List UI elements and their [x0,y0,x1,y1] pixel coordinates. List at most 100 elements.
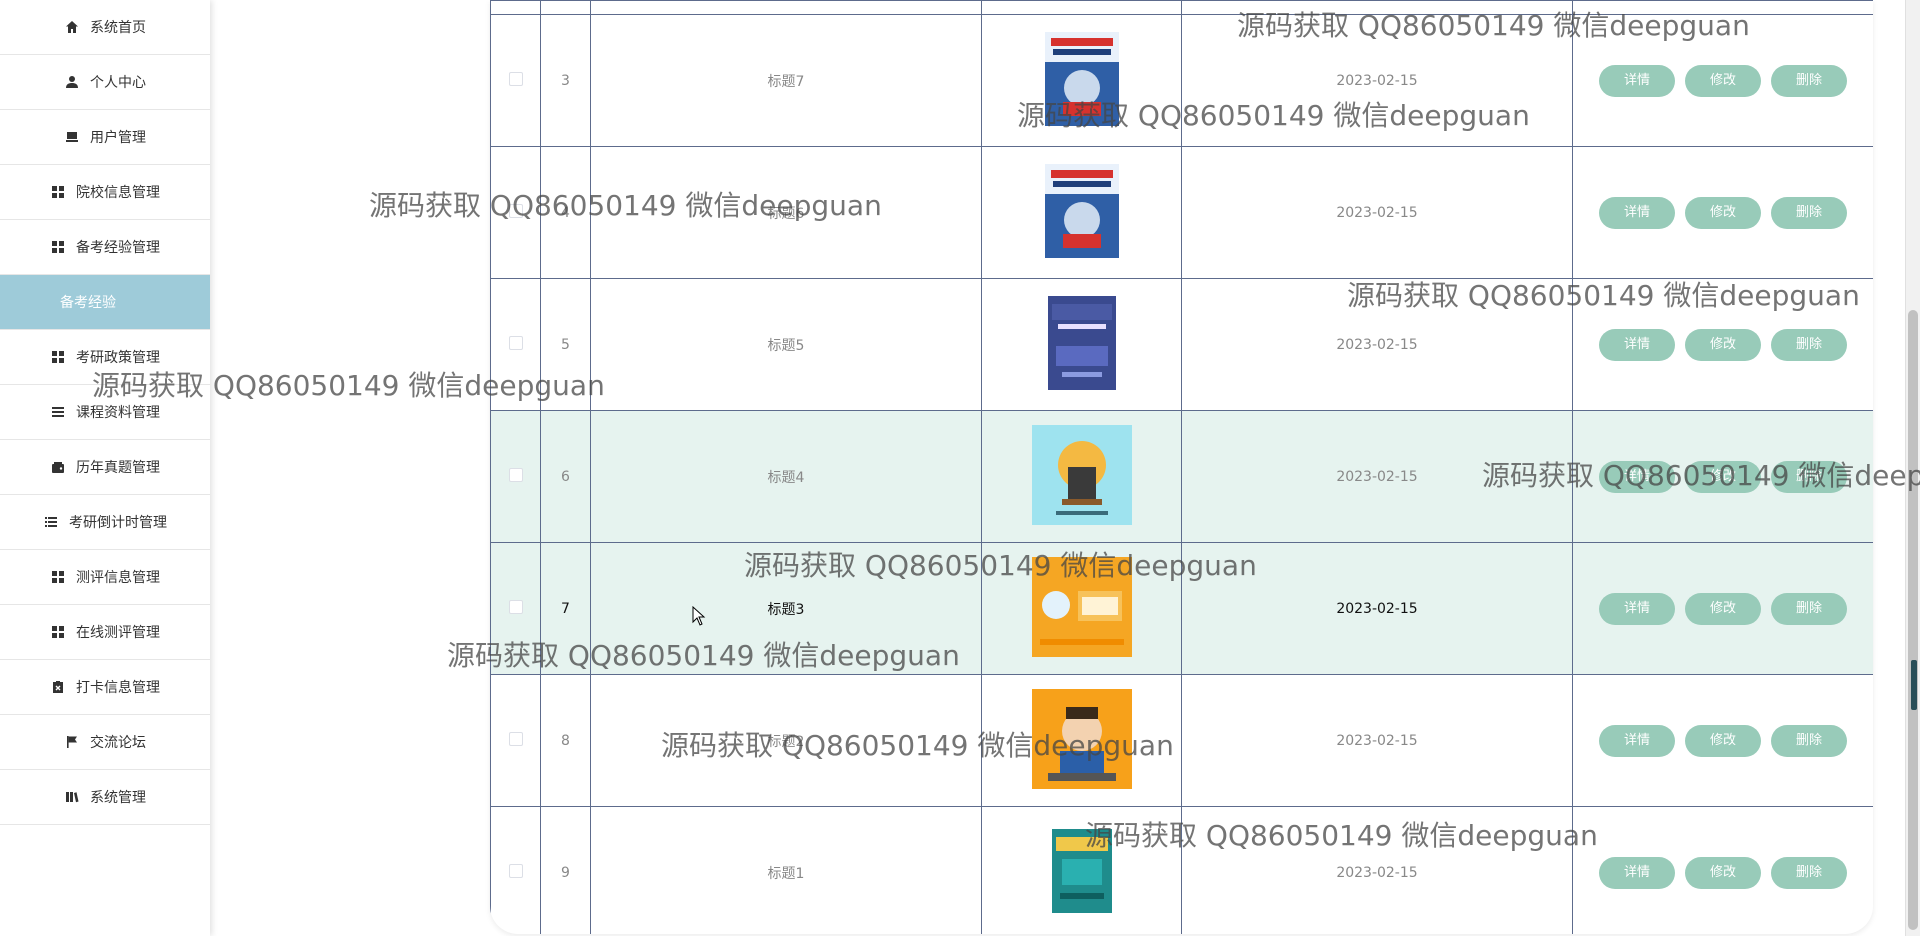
scroll-grip[interactable] [1911,660,1917,710]
edit-button[interactable]: 修改 [1685,724,1761,757]
delete-button[interactable]: 删除 [1771,328,1847,361]
row-title: 标题6 [590,146,982,279]
table-panel: 3 标题7 2023-02-15 详情 修改 删除 4 标题6 2023-02-… [490,0,1873,934]
row-checkbox[interactable] [508,599,523,614]
row-checkbox[interactable] [508,335,523,350]
delete-button[interactable]: 删除 [1771,592,1847,625]
sidebar-item-experience-mgmt[interactable]: 备考经验管理 [0,220,210,275]
sidebar-item-profile[interactable]: 个人中心 [0,55,210,110]
book-cover-image [1044,31,1119,126]
row-date: 2023-02-15 [1181,806,1573,934]
sidebar-item-online-assessment[interactable]: 在线测评管理 [0,605,210,660]
wallet-icon [50,459,66,475]
detail-button[interactable]: 详情 [1599,460,1675,493]
sidebar-item-schools[interactable]: 院校信息管理 [0,165,210,220]
list-icon [50,404,66,420]
delete-button[interactable]: 删除 [1771,196,1847,229]
sidebar-item-label: 交流论坛 [90,735,146,751]
sidebar-item-countdown[interactable]: 考研倒计时管理 [0,495,210,550]
detail-button[interactable]: 详情 [1599,328,1675,361]
sidebar-item-label: 院校信息管理 [76,185,160,201]
row-title: 标题1 [590,806,982,934]
row-index: 8 [540,674,591,807]
sidebar-item-label: 测评信息管理 [76,570,160,586]
row-date: 2023-02-15 [1181,278,1573,411]
row-checkbox[interactable] [508,863,523,878]
grid-icon [50,624,66,640]
edit-button[interactable]: 修改 [1685,328,1761,361]
sidebar-item-system[interactable]: 系统管理 [0,770,210,825]
sidebar-item-users[interactable]: 用户管理 [0,110,210,165]
delete-button[interactable]: 删除 [1771,856,1847,889]
sidebar-item-label: 系统管理 [90,790,146,806]
book-cover-image [1031,556,1132,657]
grid-icon [50,349,66,365]
edit-button[interactable]: 修改 [1685,196,1761,229]
sidebar-item-forum[interactable]: 交流论坛 [0,715,210,770]
sidebar-item-policy[interactable]: 考研政策管理 [0,330,210,385]
page-scrollbar[interactable] [1905,0,1920,936]
sidebar-item-label: 课程资料管理 [76,405,160,421]
row-index: 7 [540,542,591,675]
edit-button[interactable]: 修改 [1685,64,1761,97]
book-cover-image [1047,295,1116,390]
home-icon [64,19,80,35]
sidebar-item-label: 考研政策管理 [76,350,160,366]
row-index: 6 [540,410,591,543]
book-cover-image [1051,828,1112,913]
list-icon [43,514,59,530]
row-date: 2023-02-15 [1181,410,1573,543]
data-table: 3 标题7 2023-02-15 详情 修改 删除 4 标题6 2023-02-… [490,0,1873,934]
sidebar-item-label: 系统首页 [90,20,146,36]
row-checkbox[interactable] [508,467,523,482]
sidebar-item-label: 用户管理 [90,130,146,146]
edit-button[interactable]: 修改 [1685,592,1761,625]
sidebar: 系统首页 个人中心 用户管理 院校信息管理 备考经验管理 备考经验 考研政策管理… [0,0,210,936]
sidebar-item-checkin[interactable]: 打卡信息管理 [0,660,210,715]
edit-button[interactable]: 修改 [1685,856,1761,889]
table-row[interactable]: 9 标题1 2023-02-15 详情 修改 删除 [490,806,1873,934]
sidebar-subitem-experience[interactable]: 备考经验 [0,275,210,330]
sidebar-item-assessment-info[interactable]: 测评信息管理 [0,550,210,605]
row-checkbox[interactable] [508,71,523,86]
row-title: 标题5 [590,278,982,411]
book-cover-image [1044,163,1119,258]
app-root: 系统首页 个人中心 用户管理 院校信息管理 备考经验管理 备考经验 考研政策管理… [0,0,1920,936]
scroll-thumb[interactable] [1908,310,1918,930]
clipboard-icon [50,679,66,695]
user-icon [64,74,80,90]
row-date: 2023-02-15 [1181,542,1573,675]
flag-icon [64,734,80,750]
row-checkbox[interactable] [508,731,523,746]
table-row[interactable]: 5 标题5 2023-02-15 详情 修改 删除 [490,278,1873,411]
table-row-partial [490,0,1873,15]
delete-button[interactable]: 删除 [1771,64,1847,97]
table-row[interactable]: 3 标题7 2023-02-15 详情 修改 删除 [490,14,1873,147]
detail-button[interactable]: 详情 [1599,724,1675,757]
detail-button[interactable]: 详情 [1599,856,1675,889]
sidebar-item-home[interactable]: 系统首页 [0,0,210,55]
row-checkbox[interactable] [508,203,523,218]
detail-button[interactable]: 详情 [1599,64,1675,97]
sidebar-item-label: 个人中心 [90,75,146,91]
detail-button[interactable]: 详情 [1599,592,1675,625]
mouse-cursor-icon [692,605,706,630]
table-row[interactable]: 8 标题2 2023-02-15 详情 修改 删除 [490,674,1873,807]
delete-button[interactable]: 删除 [1771,724,1847,757]
detail-button[interactable]: 详情 [1599,196,1675,229]
edit-button[interactable]: 修改 [1685,460,1761,493]
row-title: 标题2 [590,674,982,807]
sidebar-item-past-exams[interactable]: 历年真题管理 [0,440,210,495]
row-index: 9 [540,806,591,934]
row-index: 3 [540,14,591,147]
table-row[interactable]: 4 标题6 2023-02-15 详情 修改 删除 [490,146,1873,279]
sidebar-item-courses[interactable]: 课程资料管理 [0,385,210,440]
row-date: 2023-02-15 [1181,14,1573,147]
delete-button[interactable]: 删除 [1771,460,1847,493]
row-date: 2023-02-15 [1181,674,1573,807]
sidebar-item-label: 备考经验 [60,295,116,311]
table-row[interactable]: 6 标题4 2023-02-15 详情 修改 删除 [490,410,1873,543]
sidebar-item-label: 考研倒计时管理 [69,515,167,531]
row-index: 4 [540,146,591,279]
sidebar-item-label: 备考经验管理 [76,240,160,256]
